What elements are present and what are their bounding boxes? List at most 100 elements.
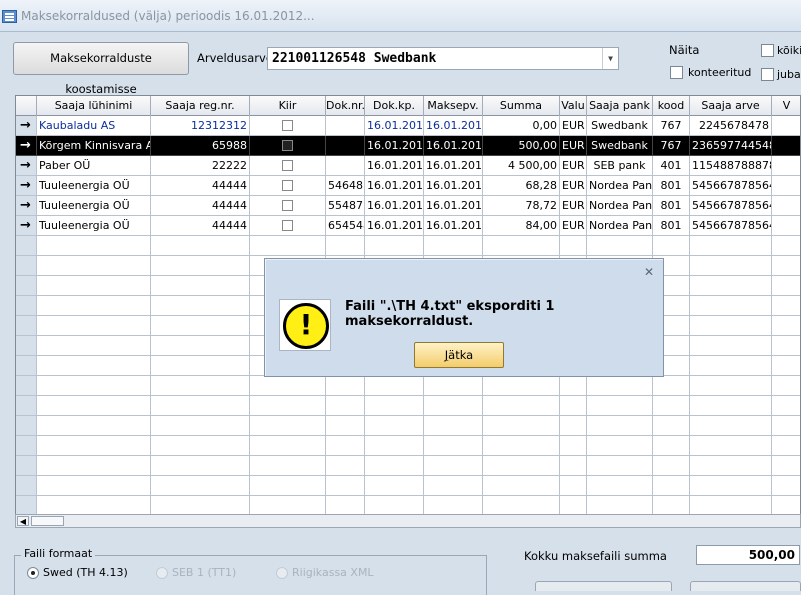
- empty-cell: [37, 336, 151, 356]
- col-header[interactable]: kood: [653, 96, 690, 116]
- bottom-button-left[interactable]: [535, 581, 672, 591]
- empty-cell: [483, 476, 560, 496]
- urgent-checkbox[interactable]: [282, 180, 293, 191]
- col-header[interactable]: Saaja lühinimi: [37, 96, 151, 116]
- empty-cell: [326, 436, 365, 456]
- empty-cell: [483, 496, 560, 514]
- format-riigikassa-radio[interactable]: [276, 567, 288, 579]
- close-icon[interactable]: ✕: [644, 265, 654, 279]
- empty-cell: [37, 456, 151, 476]
- empty-cell: [560, 416, 587, 436]
- empty-cell: [424, 396, 483, 416]
- urgent-checkbox[interactable]: [282, 220, 293, 231]
- row-indicator[interactable]: →: [16, 176, 37, 196]
- urgent-checkbox[interactable]: [282, 200, 293, 211]
- cell-urgent-checkbox: [250, 196, 326, 216]
- cell-bank-code: 801: [653, 196, 690, 216]
- table-row[interactable]: → Tuuleenergia OÜ 44444 54648 16.01.2012 16.0…: [16, 176, 800, 196]
- cell-reg-number: 44444: [151, 176, 250, 196]
- empty-cell: [37, 236, 151, 256]
- empty-cell: [772, 416, 800, 436]
- empty-cell: [365, 236, 424, 256]
- empty-cell: [326, 416, 365, 436]
- urgent-checkbox[interactable]: [282, 140, 293, 151]
- row-indicator[interactable]: →: [16, 116, 37, 136]
- row-indicator[interactable]: →: [16, 156, 37, 176]
- show-all-checkbox[interactable]: [761, 44, 774, 57]
- format-seb-radio[interactable]: [156, 567, 168, 579]
- table-row[interactable]: → Kõrgem Kinnisvara AS 65988 16.01.2012 16.0…: [16, 136, 800, 156]
- export-message-dialog: ✕ ! Faili ".\TH 4.txt" eksporditi 1 maks…: [264, 258, 664, 377]
- empty-cell: [587, 396, 653, 416]
- empty-cell: [250, 396, 326, 416]
- horizontal-scrollbar[interactable]: ◀: [15, 514, 801, 528]
- cell-bank-code: 801: [653, 216, 690, 236]
- cell-extra-col: [772, 116, 800, 136]
- urgent-checkbox[interactable]: [282, 120, 293, 131]
- col-header[interactable]: Summa: [483, 96, 560, 116]
- show-posted-checkbox[interactable]: [670, 66, 683, 79]
- cell-doc-number: [326, 156, 365, 176]
- show-posted-label: konteeritud: [688, 66, 752, 79]
- col-header[interactable]: Valu: [560, 96, 587, 116]
- col-header[interactable]: V: [772, 96, 800, 116]
- table-row[interactable]: →Tuuleenergia OÜ4444465454816.01.201216.…: [16, 216, 800, 236]
- col-header[interactable]: Saaja arve: [690, 96, 772, 116]
- row-indicator: [16, 396, 37, 416]
- col-header[interactable]: Saaja pank: [587, 96, 653, 116]
- chevron-down-icon[interactable]: ▼: [602, 48, 618, 69]
- empty-cell: [690, 356, 772, 376]
- show-already-checkbox[interactable]: [761, 68, 774, 81]
- row-indicator: [16, 436, 37, 456]
- cell-payee-name: Tuuleenergia OÜ: [37, 196, 151, 216]
- cell-bank-code: 767: [653, 116, 690, 136]
- table-row[interactable]: → Paber OÜ 22222 16.01.2012 16.01.2012 4 500,…: [16, 156, 800, 176]
- table-row[interactable]: → Tuuleenergia OÜ 44444 55487 16.01.2012 16.0…: [16, 196, 800, 216]
- arrow-right-icon: →: [20, 158, 31, 173]
- row-indicator[interactable]: →: [16, 136, 37, 156]
- col-header[interactable]: Saaja reg.nr.: [151, 96, 250, 116]
- scroll-left-icon[interactable]: ◀: [17, 516, 29, 526]
- col-header[interactable]: Dok.kp.: [365, 96, 424, 116]
- account-select[interactable]: 221001126548 Swedbank ▼: [267, 47, 619, 70]
- continue-button[interactable]: Jätka: [414, 342, 504, 368]
- empty-cell: [483, 396, 560, 416]
- col-header[interactable]: Kiir: [250, 96, 326, 116]
- warning-icon: !: [279, 299, 331, 351]
- row-indicator[interactable]: →: [16, 216, 37, 236]
- bottom-button-right[interactable]: [690, 581, 801, 591]
- empty-cell: [151, 476, 250, 496]
- empty-cell: [424, 456, 483, 476]
- cell-doc-date: 16.01.2012: [365, 136, 424, 156]
- table-row[interactable]: → Kaubaladu AS 12312312 16.01.2012 16.01.201…: [16, 116, 800, 136]
- arrow-right-icon: →: [20, 178, 31, 193]
- row-indicator: [16, 456, 37, 476]
- empty-cell: [772, 496, 800, 514]
- arrow-right-icon: →: [20, 198, 31, 213]
- empty-cell: [424, 236, 483, 256]
- empty-cell: [424, 476, 483, 496]
- empty-cell: [326, 496, 365, 514]
- empty-cell: [37, 296, 151, 316]
- format-swed-radio[interactable]: [27, 567, 39, 579]
- empty-cell: [151, 456, 250, 476]
- empty-cell: [151, 356, 250, 376]
- create-orders-button[interactable]: Maksekorralduste koostamisse: [13, 42, 189, 96]
- col-header[interactable]: Maksepv.: [424, 96, 483, 116]
- empty-cell: [151, 296, 250, 316]
- cell-payment-date: 16.01.2012: [424, 196, 483, 216]
- arrow-right-icon: →: [20, 118, 31, 133]
- empty-cell: [587, 456, 653, 476]
- cell-reg-number: 65988: [151, 136, 250, 156]
- urgent-checkbox[interactable]: [282, 160, 293, 171]
- empty-cell: [653, 456, 690, 476]
- show-all-label: kõiki: [777, 44, 801, 57]
- cell-bank-name: Nordea Pank: [587, 216, 653, 236]
- scroll-thumb[interactable]: [31, 516, 64, 526]
- row-indicator: [16, 356, 37, 376]
- empty-cell: [587, 436, 653, 456]
- col-header[interactable]: Dok.nr.: [326, 96, 365, 116]
- empty-cell: [250, 236, 326, 256]
- row-indicator[interactable]: →: [16, 196, 37, 216]
- empty-cell: [772, 236, 800, 256]
